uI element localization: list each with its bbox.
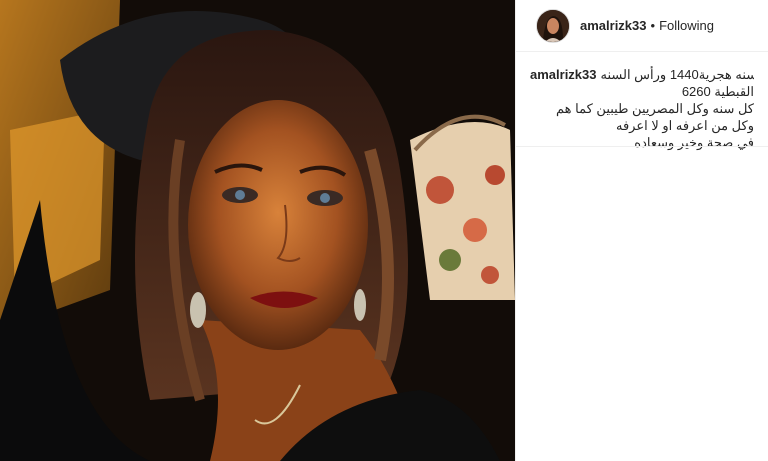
post-caption: amalrizk33 بداية سنه هجرية1440 ورأس السن… bbox=[516, 52, 768, 151]
post-photo[interactable] bbox=[0, 0, 515, 461]
caption-line-1: بداية سنه هجرية1440 ورأس السنه bbox=[600, 67, 755, 82]
post-sidebar: amalrizk33 • Following amalrizk33 بداية … bbox=[515, 0, 768, 461]
caption-username[interactable]: amalrizk33 bbox=[530, 66, 597, 83]
post-header: amalrizk33 • Following bbox=[516, 0, 768, 52]
caption-line-3: كل سنه وكل المصريين طيبين كما هم bbox=[556, 101, 754, 116]
separator-dot: • bbox=[650, 18, 656, 33]
caption-line-4: وكل من اعرفه او لا اعرفه bbox=[616, 118, 754, 133]
following-button[interactable]: Following bbox=[659, 18, 714, 33]
caption-divider bbox=[516, 146, 768, 147]
caption-line-2: القبطية 6260 bbox=[681, 84, 754, 99]
caption-first-line: amalrizk33 بداية سنه هجرية1440 ورأس السن… bbox=[530, 66, 754, 83]
selfie-image bbox=[0, 0, 515, 461]
caption-line-5: في صحة وخير وسعاده bbox=[634, 135, 754, 150]
avatar-image bbox=[537, 9, 569, 42]
post-username[interactable]: amalrizk33 bbox=[580, 18, 647, 33]
avatar[interactable] bbox=[536, 8, 570, 43]
